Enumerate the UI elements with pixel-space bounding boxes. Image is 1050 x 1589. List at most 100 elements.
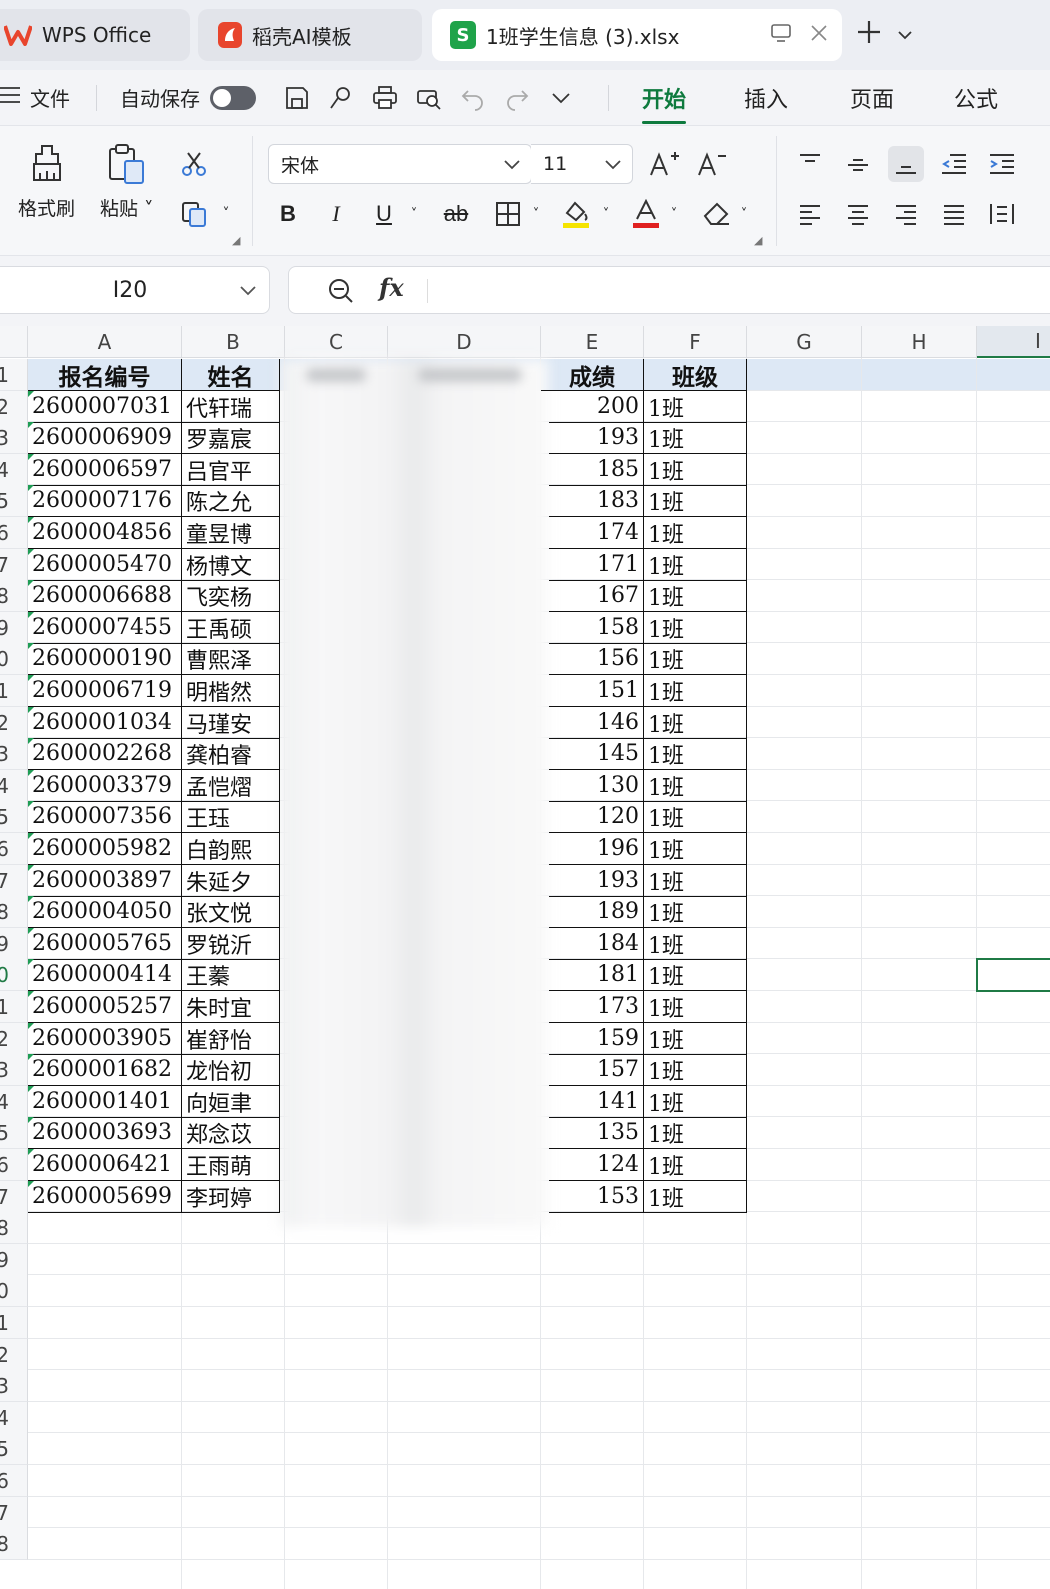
cell-class[interactable]: 1班 [644,391,747,423]
chevron-down-icon[interactable] [898,25,912,44]
cell-id[interactable]: 2600006688 [28,580,182,612]
cell-id[interactable]: 2600005470 [28,549,182,581]
row-header[interactable]: 36 [0,1465,28,1497]
cell-score[interactable]: 146 [549,707,644,739]
align-middle-icon[interactable] [840,146,876,182]
border-dropdown-icon[interactable]: ˅ [518,196,554,232]
row-header[interactable]: 6 [0,517,28,549]
tab-wps-office[interactable]: WPS Office [0,9,190,61]
cell-class[interactable]: 1班 [644,707,747,739]
cell-score[interactable]: 141 [549,1086,644,1118]
cell-id[interactable]: 2600006597 [28,454,182,486]
distributed-align-icon[interactable] [984,196,1020,232]
cell-id[interactable]: 2600007356 [28,801,182,833]
row-header[interactable]: 34 [0,1402,28,1434]
tab-home[interactable]: 开始 [642,82,687,124]
cell-class[interactable]: 1班 [644,1054,747,1086]
cell-class[interactable]: 1班 [644,454,747,486]
cell-class[interactable]: 1班 [644,1086,747,1118]
row-header[interactable]: 28 [0,1212,28,1244]
cell-id[interactable]: 2600000414 [28,959,182,991]
column-header-d[interactable]: D [388,326,541,358]
underline-dropdown-icon[interactable]: ˅ [396,196,432,232]
row-header[interactable]: 2 [0,391,28,423]
font-size-select[interactable]: 11 [531,144,633,184]
cell-name[interactable]: 朱时宜 [182,991,280,1023]
cell-class[interactable]: 1班 [644,485,747,517]
copy-icon[interactable] [176,196,212,232]
zoom-out-icon[interactable] [327,277,355,309]
cell-name[interactable]: 王蓁 [182,959,280,991]
row-header[interactable]: 31 [0,1307,28,1339]
clear-dropdown-icon[interactable]: ˅ [726,196,762,232]
tab-daoke-template[interactable]: 稻壳AI模板 [198,9,422,61]
font-dialog-icon[interactable]: ◢ [754,234,762,247]
cell-name[interactable]: 龚柏睿 [182,738,280,770]
cell-score[interactable]: 145 [549,738,644,770]
close-tab-icon[interactable] [810,23,828,47]
cell-score[interactable]: 151 [549,675,644,707]
row-header[interactable]: 9 [0,612,28,644]
increase-indent-icon[interactable] [984,146,1020,182]
cell-name[interactable]: 白韵熙 [182,833,280,865]
cell-score[interactable]: 130 [549,770,644,802]
row-header[interactable]: 7 [0,549,28,581]
cell-class[interactable]: 1班 [644,517,747,549]
cell-name[interactable]: 向姮聿 [182,1086,280,1118]
cell-score[interactable]: 167 [549,580,644,612]
fill-color-dropdown-icon[interactable]: ˅ [588,196,624,232]
cell-name[interactable]: 朱延夕 [182,865,280,897]
row-header[interactable]: 27 [0,1181,28,1213]
cell-name[interactable]: 童昱博 [182,517,280,549]
cell-name[interactable]: 代轩瑞 [182,391,280,423]
row-header[interactable]: 5 [0,485,28,517]
cell-score[interactable]: 173 [549,991,644,1023]
cell-id[interactable]: 2600004856 [28,517,182,549]
row-header[interactable]: 19 [0,928,28,960]
cell-class[interactable]: 1班 [644,770,747,802]
cell-class[interactable]: 1班 [644,549,747,581]
decrease-font-icon[interactable] [694,146,730,182]
cell-class[interactable]: 1班 [644,422,747,454]
column-header-b[interactable]: B [182,326,285,358]
tab-formula[interactable]: 公式 [954,82,998,114]
cell-class[interactable]: 1班 [644,738,747,770]
cell-class[interactable]: 1班 [644,612,747,644]
tab-current-file[interactable]: S 1班学生信息 (3).xlsx [432,9,842,61]
row-header[interactable]: 23 [0,1054,28,1086]
cell-class[interactable]: 1班 [644,675,747,707]
column-header-i[interactable]: I [977,326,1050,358]
cell-name[interactable]: 张文悦 [182,896,280,928]
print-icon[interactable] [372,85,398,111]
cell-id[interactable]: 2600003693 [28,1117,182,1149]
row-header[interactable]: 35 [0,1433,28,1465]
cell-score[interactable]: 183 [549,485,644,517]
cell-id[interactable]: 2600003905 [28,1023,182,1055]
row-header[interactable]: 21 [0,991,28,1023]
tab-insert[interactable]: 插入 [744,82,788,114]
cell-name[interactable]: 陈之允 [182,485,280,517]
row-header[interactable]: 25 [0,1117,28,1149]
cell-id[interactable]: 2600001682 [28,1054,182,1086]
row-header[interactable]: 10 [0,643,28,675]
cell-score[interactable]: 185 [549,454,644,486]
cell-score[interactable]: 189 [549,896,644,928]
spreadsheet-grid[interactable]: ABCDEFGHI1234567891011121314151617181920… [0,326,1050,1589]
font-name-select[interactable]: 宋体 [268,144,532,184]
align-center-icon[interactable] [840,196,876,232]
cell-name[interactable]: 罗锐沂 [182,928,280,960]
redo-icon[interactable] [504,85,530,111]
cell-class[interactable]: 1班 [644,928,747,960]
row-header[interactable]: 15 [0,801,28,833]
cell-id[interactable]: 2600001401 [28,1086,182,1118]
cell-id[interactable]: 2600005699 [28,1181,182,1213]
cell-class[interactable]: 1班 [644,991,747,1023]
autosave-control[interactable]: 自动保存 [120,83,256,112]
format-painter-button[interactable]: 格式刷 [18,142,75,221]
row-header[interactable]: 1 [0,359,28,391]
cell-class[interactable]: 1班 [644,865,747,897]
cell-id[interactable]: 2600003379 [28,770,182,802]
header-cell-f[interactable]: 班级 [644,359,747,391]
cell-id[interactable]: 2600005982 [28,833,182,865]
cell-score[interactable]: 193 [549,865,644,897]
